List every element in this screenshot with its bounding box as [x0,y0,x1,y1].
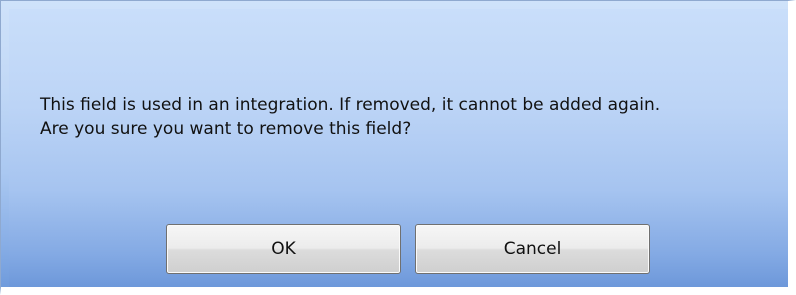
ok-button[interactable]: OK [166,224,401,274]
dialog-body: This field is used in an integration. If… [9,9,788,287]
dialog-message: This field is used in an integration. If… [40,93,660,141]
message-line-2: Are you sure you want to remove this fie… [40,119,412,139]
confirm-dialog: This field is used in an integration. If… [0,0,796,295]
cancel-button[interactable]: Cancel [415,224,650,274]
message-line-1: This field is used in an integration. If… [40,95,661,115]
